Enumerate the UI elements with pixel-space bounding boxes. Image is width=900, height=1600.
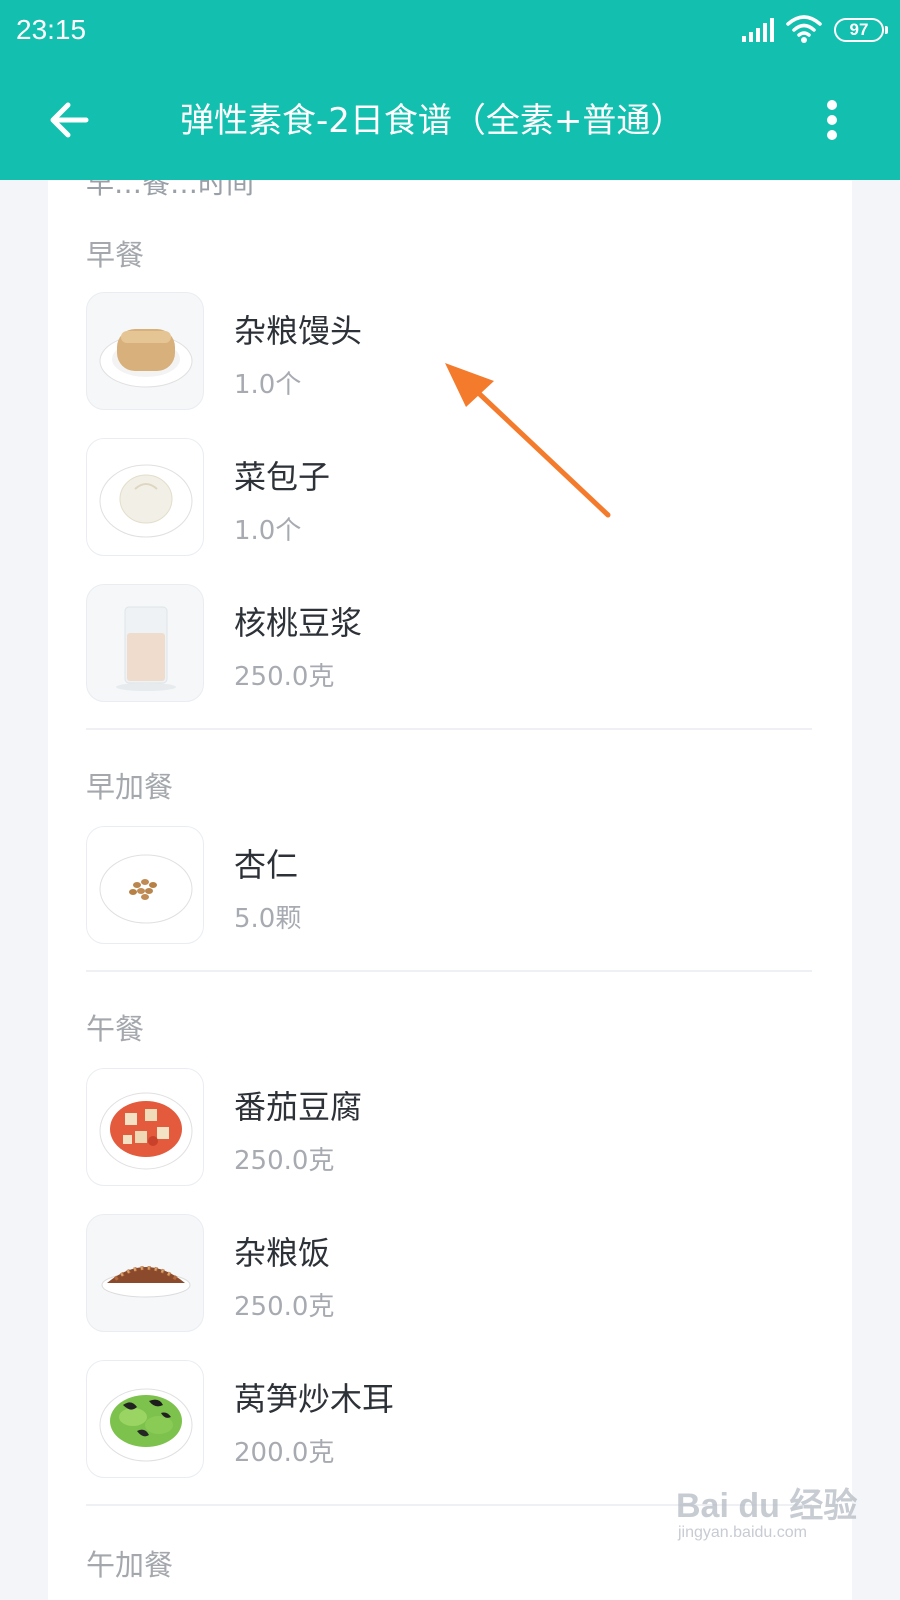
annotation-arrow-icon [445,363,611,518]
food-name: 核桃豆浆 [234,604,363,642]
food-quantity: 1.0个 [234,370,302,400]
food-thumbnail-lettuce-fungus [86,1360,204,1478]
food-item[interactable]: 杏仁 5.0颗 [86,826,812,948]
signal-icon [742,18,774,42]
food-name: 莴笋炒木耳 [234,1380,395,1418]
status-bar: 23:15 97 [0,0,900,62]
battery-indicator: 97 [834,18,888,42]
divider [86,970,812,972]
food-quantity: 250.0克 [234,662,335,692]
food-quantity: 1.0个 [234,516,302,546]
food-item[interactable]: 番茄豆腐 250.0克 [86,1068,812,1190]
food-thumbnail-vegetable-bun [86,438,204,556]
food-thumbnail-tomato-tofu [86,1068,204,1186]
page-title: 弹性素食-2日食谱（全素+普通） [180,101,685,141]
food-quantity: 250.0克 [234,1146,335,1176]
section-title-lunch: 午餐 [86,1012,145,1046]
section-title-morning-snack: 早加餐 [86,770,174,804]
food-item[interactable]: 杂粮饭 250.0克 [86,1214,812,1336]
food-item[interactable]: 莴笋炒木耳 200.0克 [86,1360,812,1482]
watermark-url: jingyan.baidu.com [678,1524,807,1541]
food-name: 杏仁 [234,846,299,884]
back-arrow-icon[interactable] [46,96,94,144]
food-item[interactable]: 核桃豆浆 250.0克 [86,584,812,706]
divider [86,728,812,730]
app-bar: 23:15 97 弹性素食-2日食谱（全素+普通） [0,0,900,180]
section-title-afternoon-snack: 午加餐 [86,1548,174,1582]
watermark: Bai du 经验 jingyan.baidu.com [676,1470,857,1550]
food-name: 番茄豆腐 [234,1088,363,1126]
food-quantity: 200.0克 [234,1438,335,1468]
food-thumbnail-soymilk [86,584,204,702]
section-title-breakfast: 早餐 [86,238,145,272]
watermark-logo: Bai du 经验 [676,1487,858,1525]
food-name: 杂粮饭 [234,1234,331,1272]
food-name: 杂粮馒头 [234,312,363,350]
wifi-icon [786,15,822,43]
food-quantity: 5.0颗 [234,904,302,934]
food-name: 菜包子 [234,458,331,496]
more-options-icon[interactable] [820,98,844,142]
food-thumbnail-mixed-grain-rice [86,1214,204,1332]
food-quantity: 250.0克 [234,1292,335,1322]
status-time: 23:15 [16,14,87,45]
food-thumbnail-almonds [86,826,204,944]
food-thumbnail-steamed-bun [86,292,204,410]
